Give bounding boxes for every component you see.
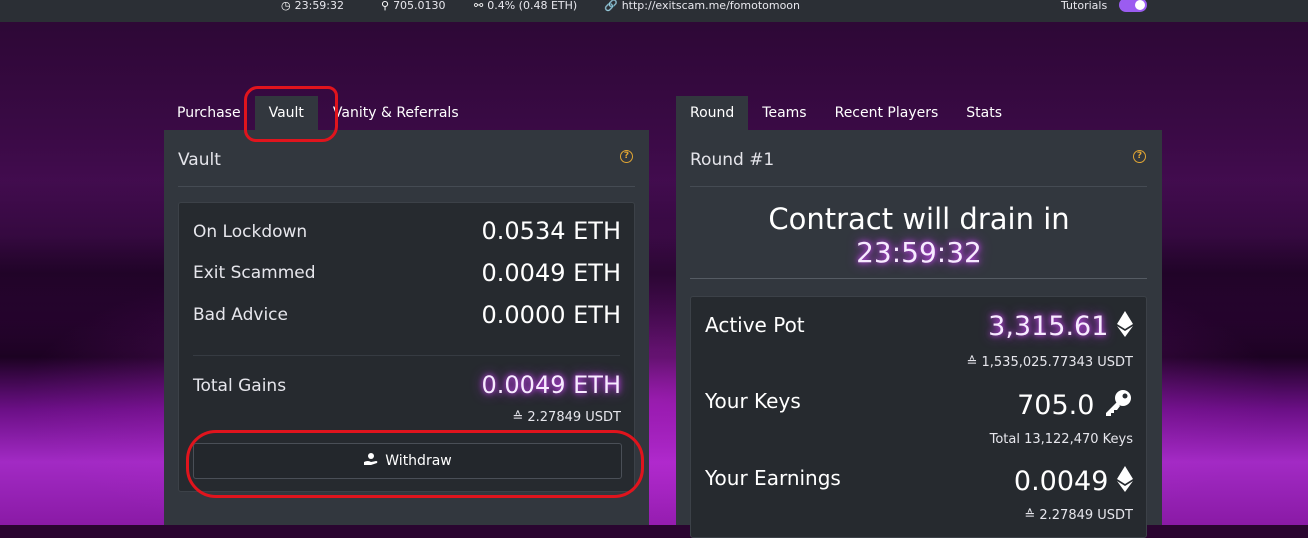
vault-balances-box: On Lockdown 0.0534 ETH Exit Scammed 0.00…	[178, 202, 635, 492]
your-earnings-usd: ≙ 2.27849 USDT	[1024, 508, 1133, 523]
divider	[178, 186, 635, 187]
drain-title: Contract will drain in	[768, 202, 1070, 236]
keys-stat: ⚲ 705.0130	[381, 0, 446, 12]
hand-holding-icon	[363, 452, 379, 470]
share-stat: ⚯ 0.4% (0.48 ETH)	[474, 0, 577, 12]
left-tabs: Purchase Vault Vanity & Referrals	[164, 96, 473, 130]
timer-stat: ◷ 23:59:32	[281, 0, 344, 12]
ethereum-icon	[1117, 311, 1133, 344]
help-icon[interactable]: ?	[620, 150, 633, 163]
share-text: 0.4% (0.48 ETH)	[487, 0, 578, 12]
help-icon[interactable]: ?	[1133, 150, 1146, 163]
tab-vanity-referrals[interactable]: Vanity & Referrals	[318, 96, 473, 130]
timer-text: 23:59:32	[294, 0, 345, 12]
tutorials-text: Tutorials	[1061, 0, 1108, 12]
clock-icon: ◷	[281, 0, 291, 12]
withdraw-button[interactable]: Withdraw	[193, 443, 622, 479]
divider	[690, 186, 1147, 187]
tab-vault[interactable]: Vault	[254, 96, 318, 130]
tab-purchase[interactable]: Purchase	[164, 96, 255, 130]
drain-timer: 23:59:32	[856, 236, 982, 269]
bad-advice-value: 0.0000 ETH	[481, 301, 621, 329]
active-pot-label: Active Pot	[705, 313, 805, 337]
exit-scammed-label: Exit Scammed	[193, 263, 316, 283]
tab-recent-players[interactable]: Recent Players	[821, 96, 953, 130]
ethereum-icon	[1117, 466, 1133, 499]
total-gains-label: Total Gains	[193, 376, 287, 396]
toggle-knob	[1135, 0, 1145, 10]
total-gains-value: 0.0049 ETH	[481, 371, 621, 399]
total-keys: Total 13,122,470 Keys	[989, 432, 1133, 447]
tab-stats[interactable]: Stats	[952, 96, 1016, 130]
right-tabs: Round Teams Recent Players Stats	[676, 96, 1016, 130]
tutorials-toggle[interactable]	[1119, 0, 1147, 12]
link-icon: 🔗	[604, 0, 618, 12]
tab-teams[interactable]: Teams	[748, 96, 820, 130]
key-icon	[1103, 389, 1133, 424]
active-pot: 3,315.61	[988, 311, 1133, 344]
vault-panel: Vault ? On Lockdown 0.0534 ETH Exit Scam…	[164, 130, 649, 525]
referral-link[interactable]: 🔗 http://exitscam.me/fomotomoon	[604, 0, 800, 12]
your-keys: 705.0	[1017, 389, 1133, 424]
your-earnings: 0.0049	[1014, 466, 1133, 499]
key-icon: ⚲	[381, 0, 390, 12]
withdraw-label: Withdraw	[385, 453, 452, 469]
top-stats-bar: ◷ 23:59:32 ⚲ 705.0130 ⚯ 0.4% (0.48 ETH) …	[0, 0, 1308, 22]
divider	[193, 355, 620, 356]
tab-round[interactable]: Round	[676, 96, 749, 130]
referral-link-text[interactable]: http://exitscam.me/fomotomoon	[622, 0, 800, 12]
on-lockdown-label: On Lockdown	[193, 222, 308, 242]
your-earnings-value: 0.0049	[1013, 466, 1109, 497]
on-lockdown-value: 0.0534 ETH	[481, 217, 621, 245]
keys-text: 705.0130	[393, 0, 446, 12]
round-stats-box: Active Pot 3,315.61 ≙ 1,535,025.77343 US…	[690, 296, 1147, 538]
your-keys-value: 705.0	[1017, 390, 1095, 421]
round-title: Round #1	[690, 150, 775, 170]
bad-advice-label: Bad Advice	[193, 305, 288, 325]
total-gains-usd: ≙ 2.27849 USDT	[512, 410, 621, 425]
vault-title: Vault	[178, 150, 221, 170]
your-keys-label: Your Keys	[705, 389, 801, 413]
active-pot-usd: ≙ 1,535,025.77343 USDT	[966, 355, 1133, 370]
round-panel: Round #1 ? Contract will drain in 23:59:…	[676, 130, 1162, 538]
trophy-icon: ⚯	[474, 0, 484, 12]
active-pot-value: 3,315.61	[988, 311, 1109, 342]
exit-scammed-value: 0.0049 ETH	[481, 259, 621, 287]
tutorials-label: Tutorials	[1061, 0, 1107, 12]
divider	[690, 278, 1147, 279]
your-earnings-label: Your Earnings	[705, 466, 841, 490]
